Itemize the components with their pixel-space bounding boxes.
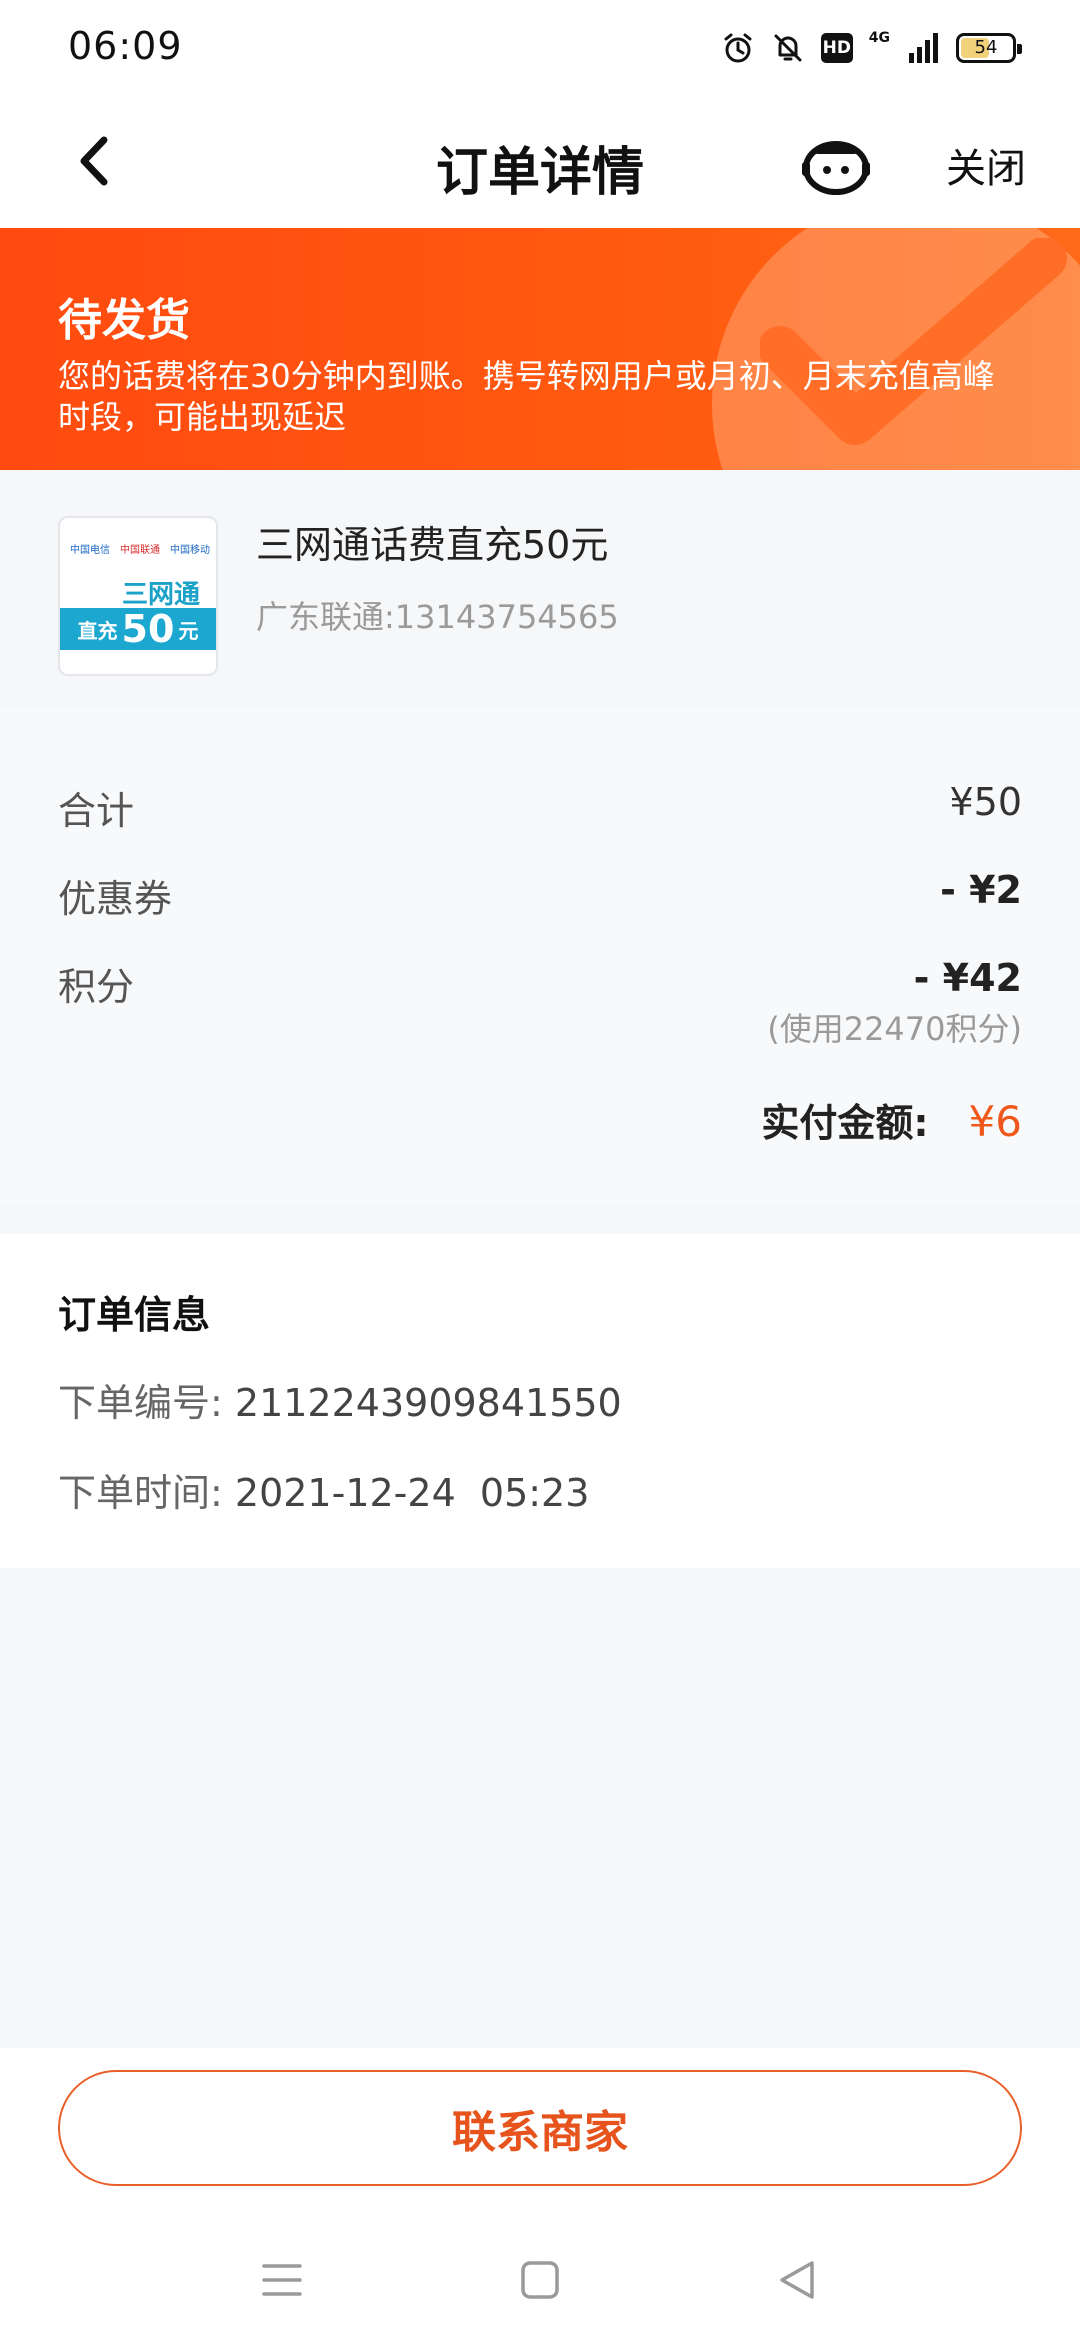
points-label: 积分 [58, 965, 135, 1009]
product-name: 三网通话费直充50元 [256, 523, 609, 567]
battery-icon: 54 [956, 33, 1022, 63]
contact-merchant-button[interactable]: 联系商家 [58, 2070, 1022, 2186]
order-status: 待发货 [58, 295, 190, 346]
total-label: 合计 [58, 789, 135, 833]
nav-bar: 订单详情 关闭 [0, 96, 1080, 228]
total-value: ¥50 [949, 780, 1022, 824]
back-triangle-icon[interactable] [768, 2250, 828, 2310]
hd-badge: HD [820, 33, 853, 63]
order-time-row: 下单时间: 2021-12-24 05:23 [58, 1462, 589, 1517]
carrier-logo-telecom: 中国电信 [70, 544, 110, 556]
paid-label: 实付金额: [761, 1101, 929, 1145]
signal-icon [909, 33, 938, 63]
order-time-value: 2021-12-24 05:23 [234, 1471, 590, 1515]
network-type-label: 4G [868, 30, 890, 46]
product-card[interactable]: 中国电信 中国联通 中国移动 三网通 直充 50 元 三网通话费直充50元 广东… [0, 470, 1080, 708]
coupon-value: - ¥2 [940, 868, 1022, 912]
status-icons: HD 4G 54 [721, 28, 1022, 68]
order-number-row: 下单编号: 2112243909841550 [58, 1372, 622, 1427]
paid-value: ¥6 [968, 1097, 1022, 1146]
thumbnail-band: 直充 50 元 [60, 608, 216, 650]
coupon-label: 优惠券 [58, 877, 173, 921]
menu-icon[interactable] [252, 2250, 312, 2310]
order-number-label: 下单编号: [58, 1381, 223, 1425]
thumbnail-band-suffix: 元 [178, 618, 199, 643]
order-number-value: 2112243909841550 [234, 1381, 622, 1425]
carrier-logos: 中国电信 中国联通 中国移动 [70, 538, 210, 558]
alarm-icon [724, 33, 752, 63]
robot-face-icon[interactable] [800, 132, 872, 196]
order-info-title: 订单信息 [58, 1293, 211, 1337]
thumbnail-band-amount: 50 [121, 607, 175, 651]
system-navigation-bar [0, 2230, 1080, 2340]
paid-row: 实付金额: ¥6 [761, 1092, 1022, 1147]
price-breakdown: 合计 ¥50 优惠券 - ¥2 积分 - ¥42 (使用22470积分) 实付金… [0, 708, 1080, 1202]
bell-off-icon [774, 34, 802, 62]
carrier-logo-unicom: 中国联通 [120, 544, 160, 556]
product-phone: 广东联通:13143754565 [256, 598, 619, 636]
price-row-total: 合计 ¥50 [58, 780, 1022, 836]
points-note: (使用22470积分) [767, 1010, 1022, 1048]
page-title: 订单详情 [435, 143, 644, 203]
thumbnail-title: 三网通 [121, 580, 200, 610]
status-time: 06:09 [68, 24, 183, 68]
status-banner: 待发货 您的话费将在30分钟内到账。携号转网用户或月初、月末充值高峰时段，可能出… [0, 228, 1080, 470]
status-bar: 06:09 HD 4G 54 [0, 0, 1080, 96]
status-description: 您的话费将在30分钟内到账。携号转网用户或月初、月末充值高峰时段，可能出现延迟 [58, 357, 995, 436]
order-info-section: 订单信息 下单编号: 2112243909841550 下单时间: 2021-1… [0, 1234, 1080, 1568]
battery-nub [1017, 44, 1022, 54]
product-thumbnail: 中国电信 中国联通 中国移动 三网通 直充 50 元 [58, 516, 218, 676]
close-button[interactable]: 关闭 [946, 136, 1026, 194]
home-icon[interactable] [510, 2250, 570, 2310]
order-time-label: 下单时间: [58, 1471, 223, 1515]
price-row-coupon: 优惠券 - ¥2 [58, 868, 1022, 924]
battery-level: 54 [974, 37, 998, 58]
points-value: - ¥42 [913, 956, 1022, 1000]
thumbnail-band-prefix: 直充 [77, 618, 118, 643]
carrier-logo-mobile: 中国移动 [170, 544, 210, 556]
